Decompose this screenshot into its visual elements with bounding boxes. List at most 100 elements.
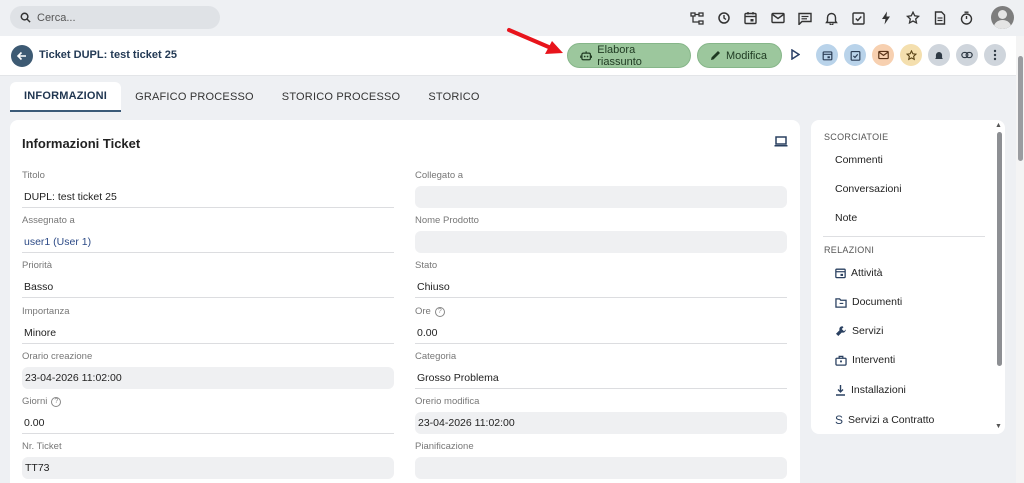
timer-icon[interactable] <box>953 9 980 27</box>
bell-icon[interactable] <box>818 9 845 27</box>
field-orario-creazione: Orario creazione 23-04-2026 11:02:00 <box>22 351 394 389</box>
shortcut-note[interactable]: Note <box>835 212 857 224</box>
relation-servizi-contratto[interactable]: S Servizi a Contratto <box>835 413 934 427</box>
page-title: Ticket DUPL: test ticket 25 <box>39 49 177 61</box>
relation-documenti[interactable]: Documenti <box>835 296 902 308</box>
link-action-button[interactable] <box>956 44 978 66</box>
download-icon <box>836 385 845 396</box>
play-icon[interactable] <box>790 48 801 63</box>
side-scrollbar[interactable] <box>997 132 1002 366</box>
scroll-down-icon[interactable]: ▼ <box>995 423 1002 430</box>
sitemap-icon[interactable] <box>683 9 710 27</box>
field-label: Nr. Ticket <box>22 441 62 452</box>
bolt-icon[interactable] <box>872 9 899 27</box>
relation-label: Servizi <box>852 325 884 337</box>
field-value[interactable]: Chiuso <box>415 276 787 298</box>
side-panel: SCORCIATOIE Commenti Conversazioni Note … <box>811 120 1005 434</box>
edit-button-label: Modifica <box>726 49 767 62</box>
field-value[interactable]: 0.00 <box>22 412 394 434</box>
help-icon[interactable]: ? <box>434 306 445 317</box>
field-value[interactable]: Basso <box>22 276 394 298</box>
assignee-link[interactable]: user1 (User 1) <box>22 231 394 253</box>
field-label: Giorni ? <box>22 396 394 407</box>
field-label: Ore ? <box>415 306 787 317</box>
field-label: Titolo <box>22 170 45 181</box>
task-check-icon <box>850 50 860 61</box>
field-label-text: Ore <box>415 306 431 317</box>
relation-attivita[interactable]: Attività <box>835 267 883 279</box>
field-label: Orerio modifica <box>415 396 480 407</box>
field-label: Assegnato a <box>22 215 75 226</box>
avatar[interactable] <box>991 6 1014 29</box>
task-action-button[interactable] <box>844 44 866 66</box>
field-categoria: Categoria Grosso Problema <box>415 351 787 389</box>
star-icon[interactable] <box>899 9 926 27</box>
field-label: Pianificazione <box>415 441 474 452</box>
field-assegnato: Assegnato a user1 (User 1) <box>22 215 394 253</box>
field-value[interactable]: 0.00 <box>415 322 787 344</box>
field-value[interactable]: Minore <box>22 322 394 344</box>
mail-action-button[interactable] <box>872 44 894 66</box>
page-scrollbar[interactable] <box>1016 36 1024 483</box>
calendar-icon[interactable] <box>737 9 764 27</box>
star-action-button[interactable] <box>900 44 922 66</box>
page-scrollbar-thumb[interactable] <box>1018 56 1023 161</box>
field-orario-modifica: Orerio modifica 23-04-2026 11:02:00 <box>415 396 787 434</box>
field-nr-ticket: Nr. Ticket TT73 <box>22 441 394 479</box>
relation-interventi[interactable]: Interventi <box>835 354 895 366</box>
dollar-s-icon: S <box>835 413 844 427</box>
wrench-icon <box>836 326 846 336</box>
search-icon <box>20 12 31 23</box>
relations-heading: RELAZIONI <box>824 245 875 255</box>
arrow-left-icon <box>16 51 26 61</box>
scroll-up-icon[interactable]: ▲ <box>995 122 1002 129</box>
laptop-icon[interactable] <box>774 136 788 150</box>
edit-button[interactable]: Modifica <box>697 43 782 68</box>
calendar-action-button[interactable] <box>816 44 838 66</box>
bell-action-button[interactable] <box>928 44 950 66</box>
field-label: Collegato a <box>415 170 464 181</box>
robot-icon <box>580 50 593 60</box>
field-value <box>415 457 787 479</box>
search-input[interactable]: Cerca... <box>10 6 220 29</box>
field-titolo: Titolo DUPL: test ticket 25 <box>22 170 394 208</box>
relation-label: Interventi <box>852 354 896 366</box>
help-icon[interactable]: ? <box>51 396 62 407</box>
mail-icon[interactable] <box>764 9 791 27</box>
field-value[interactable]: DUPL: test ticket 25 <box>22 186 394 208</box>
field-label: Priorità <box>22 260 53 271</box>
field-collegato: Collegato a <box>415 170 787 208</box>
tab-storico-processo[interactable]: STORICO PROCESSO <box>268 82 415 112</box>
task-check-icon[interactable] <box>845 9 872 27</box>
bell-icon <box>935 51 943 59</box>
tab-bar: INFORMAZIONI GRAFICO PROCESSO STORICO PR… <box>10 82 494 112</box>
history-icon[interactable] <box>710 9 737 27</box>
relation-installazioni[interactable]: Installazioni <box>835 384 906 396</box>
relation-servizi[interactable]: Servizi <box>835 325 884 337</box>
card-title: Informazioni Ticket <box>22 136 141 151</box>
tab-storico[interactable]: STORICO <box>414 82 493 112</box>
field-label: Nome Prodotto <box>415 215 479 226</box>
field-value <box>415 231 787 253</box>
document-icon[interactable] <box>926 9 953 27</box>
field-importanza: Importanza Minore <box>22 306 394 344</box>
summarize-button[interactable]: Elabora riassunto <box>567 43 691 68</box>
shortcut-commenti[interactable]: Commenti <box>835 154 883 166</box>
annotation-arrow-icon <box>507 28 563 54</box>
chat-icon[interactable] <box>791 9 818 27</box>
field-priorita: Priorità Basso <box>22 260 394 298</box>
toolbox-icon <box>835 355 847 366</box>
shortcut-conversazioni[interactable]: Conversazioni <box>835 183 902 195</box>
search-placeholder: Cerca... <box>37 11 76 24</box>
relation-label: Attività <box>851 267 883 279</box>
divider <box>823 236 985 237</box>
field-label: Orario creazione <box>22 351 93 362</box>
back-button[interactable] <box>11 45 33 67</box>
tab-grafico-processo[interactable]: GRAFICO PROCESSO <box>121 82 268 112</box>
field-nome-prodotto: Nome Prodotto <box>415 215 787 253</box>
field-value[interactable]: Grosso Problema <box>415 367 787 389</box>
more-options-button[interactable] <box>984 44 1006 66</box>
tab-informazioni[interactable]: INFORMAZIONI <box>10 82 122 112</box>
field-ore: Ore ? 0.00 <box>415 306 787 344</box>
field-label: Categoria <box>415 351 457 362</box>
